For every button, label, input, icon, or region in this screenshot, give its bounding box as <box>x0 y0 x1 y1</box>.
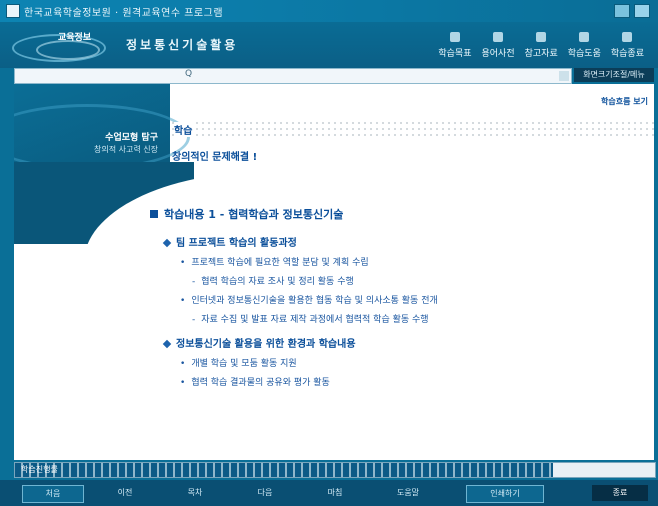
logo-ring-inner-icon <box>36 40 100 60</box>
unit-title: 수업모형 탐구 <box>105 133 158 143</box>
address-bar[interactable]: Q <box>14 68 572 84</box>
progress-fill <box>15 463 553 477</box>
screen-tool-button[interactable]: 화면크기조절/메뉴 <box>574 68 654 82</box>
diamond-bullet-icon <box>162 339 172 349</box>
menu-item-objectives[interactable]: 학습목표 <box>438 32 472 59</box>
objectives-icon <box>449 32 460 42</box>
square-bullet-icon <box>150 210 158 218</box>
title-bar: 한국교육학술정보원 · 원격교육연수 프로그램 <box>0 0 658 23</box>
topic-label: 학습 <box>174 122 197 137</box>
flow-link[interactable]: 학습흐름 보기 <box>601 96 648 107</box>
diamond-bullet-icon <box>162 238 172 248</box>
list-item: 팀 프로젝트 학습의 활동과정 <box>162 234 644 249</box>
list-item: 자료 수집 및 발표 자료 제작 과정에서 협력적 학습 활동 수행 <box>192 312 644 325</box>
section-title: 학습내용 1 - 협력학습과 정보통신기술 <box>150 206 343 222</box>
list-item: 협력 학습 결과물의 공유와 평가 활동 <box>180 375 644 388</box>
prev-button[interactable]: 이전 <box>100 485 150 501</box>
logo-text: 교육정보 <box>58 33 92 43</box>
list-item: 정보통신기술 활용을 위한 환경과 학습내용 <box>162 335 644 350</box>
menu-item-exit[interactable]: 학습종료 <box>610 32 644 59</box>
unit-subtitle: 창의적 사고력 신장 <box>94 145 158 154</box>
list-item: 인터넷과 정보통신기술을 활용한 협동 학습 및 의사소통 활동 전개 <box>180 293 644 306</box>
lesson-title: 창의적인 문제해결 ! <box>172 152 258 163</box>
menu-item-glossary[interactable]: 용어사전 <box>481 32 515 59</box>
minimize-button[interactable] <box>614 4 630 18</box>
logo: 교육정보 <box>6 26 106 64</box>
content-list: 팀 프로젝트 학습의 활동과정 프로젝트 학습에 필요한 역할 분담 및 계획 … <box>162 234 644 394</box>
dropdown-arrow-icon[interactable] <box>559 71 569 81</box>
toc-button[interactable]: 목차 <box>170 485 220 501</box>
help-button[interactable]: 도움말 <box>380 485 436 501</box>
glossary-icon <box>493 32 504 42</box>
list-item: 프로젝트 학습에 필요한 역할 분담 및 계획 수립 <box>180 255 644 268</box>
header: 교육정보 정보통신기술활용 학습목표 용어사전 참고자료 학습도움 학습종료 <box>0 22 658 68</box>
bottom-navigation: 처음 이전 목차 다음 마침 도움말 인쇄하기 종료 <box>0 480 658 506</box>
app-icon <box>6 4 20 18</box>
next-button[interactable]: 다음 <box>240 485 290 501</box>
section-title-text: 학습내용 1 - 협력학습과 정보통신기술 <box>164 208 344 221</box>
menu-item-help[interactable]: 학습도움 <box>567 32 601 59</box>
quit-button[interactable]: 종료 <box>592 485 648 501</box>
menu-label: 참고자료 <box>524 49 558 59</box>
exit-icon <box>622 32 633 42</box>
menu-item-references[interactable]: 참고자료 <box>524 32 558 59</box>
content-area: 수업모형 탐구 창의적 사고력 신장 학습흐름 보기 학습 창의적인 문제해결 … <box>14 84 654 460</box>
progress-bar[interactable]: 학습진행률 <box>14 462 656 478</box>
menu-label: 학습도움 <box>567 49 601 59</box>
menu-label: 용어사전 <box>481 49 515 59</box>
progress-label: 학습진행률 <box>21 465 58 474</box>
top-menu: 학습목표 용어사전 참고자료 학습도움 학습종료 <box>438 32 644 59</box>
course-title: 정보통신기술활용 <box>126 38 239 52</box>
window-title: 한국교육학술정보원 · 원격교육연수 프로그램 <box>24 8 224 19</box>
list-item: 개별 학습 및 모둠 활동 지원 <box>180 356 644 369</box>
print-button[interactable]: 인쇄하기 <box>466 485 544 503</box>
end-button[interactable]: 마침 <box>310 485 360 501</box>
list-item: 협력 학습의 자료 조사 및 정리 활동 수행 <box>192 274 644 287</box>
address-text: Q <box>185 69 193 79</box>
help-icon <box>579 32 590 42</box>
first-button[interactable]: 처음 <box>22 485 84 503</box>
references-icon <box>536 32 547 42</box>
menu-label: 학습종료 <box>610 49 644 59</box>
menu-label: 학습목표 <box>438 49 472 59</box>
banner-swirl-icon <box>14 104 190 170</box>
dotted-divider <box>170 120 654 138</box>
close-button[interactable] <box>634 4 650 18</box>
